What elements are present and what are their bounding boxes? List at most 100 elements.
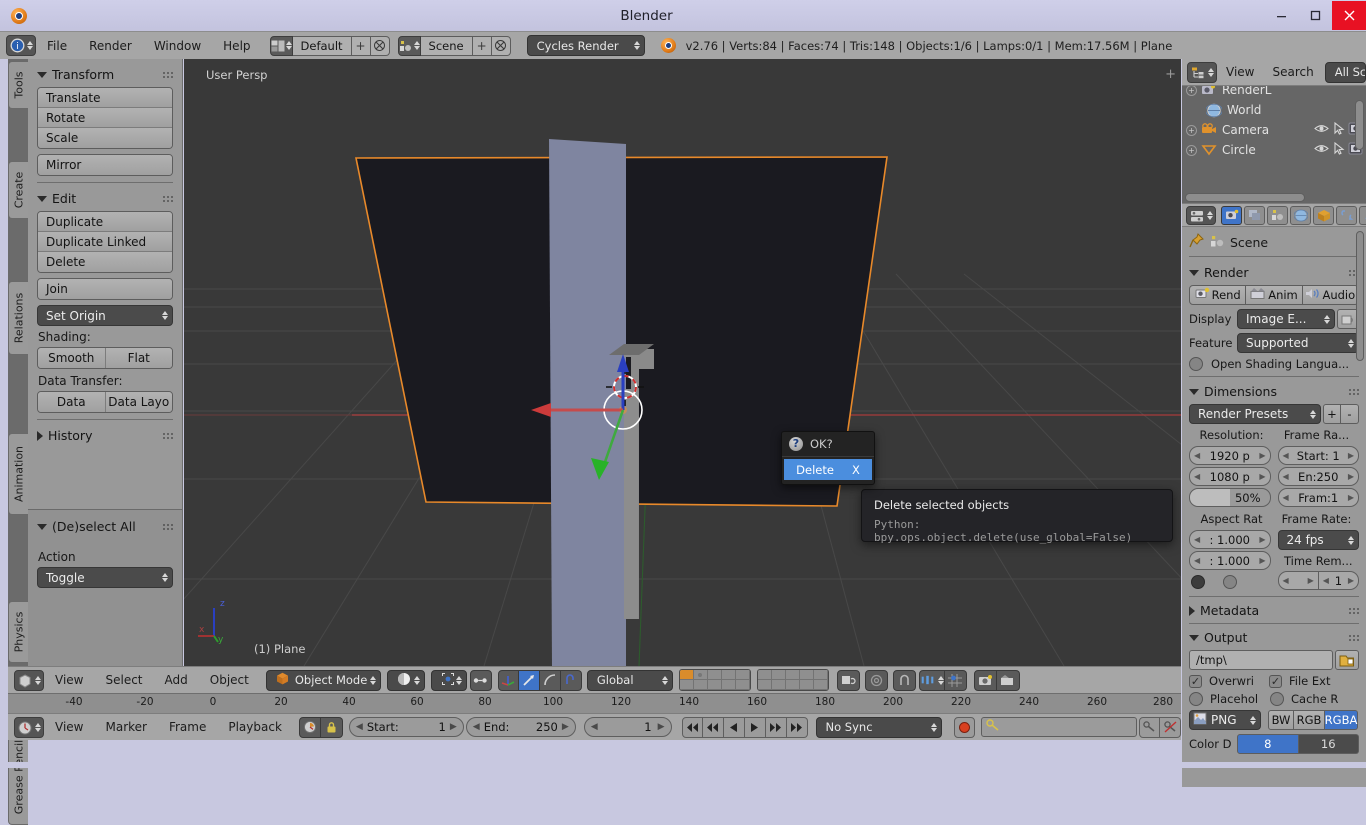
frame-start-field[interactable]: ◀ Start: 1 ▶ [1277,446,1359,465]
rotate-manip-icon[interactable] [518,669,540,691]
frame-rate-dropdown[interactable]: 24 fps [1277,530,1359,550]
outliner-row-renderlayer[interactable]: + RenderL [1182,86,1366,100]
screen-layout-icon[interactable] [269,35,293,56]
viewport-3d[interactable]: User Persp (1) Plane z x y + [184,59,1181,666]
panel-header-edit[interactable]: Edit [37,189,173,208]
scene-layers-grid-a[interactable] [678,669,751,691]
outliner-display-mode-dropdown[interactable]: All Sc [1324,61,1366,83]
layer-cell[interactable] [813,680,828,690]
time-remap-new-field[interactable]: ◀ 1 ▶ [1318,571,1359,590]
confirm-popup[interactable]: ? OK? Delete X [781,431,875,485]
auto-keyframe-icon[interactable] [298,716,321,738]
color-depth-8-button[interactable]: 8 [1237,734,1299,754]
arrow-right-icon[interactable]: ▶ [1348,493,1354,502]
color-mode-rgba-button[interactable]: RGBA [1325,710,1358,730]
scene-layers-grid-b[interactable] [756,669,829,691]
jump-end-icon[interactable] [786,716,808,738]
arrow-right-icon[interactable]: ▶ [1308,576,1314,585]
sync-mode-dropdown[interactable]: No Sync [815,716,943,738]
expand-icon[interactable]: + [1186,86,1197,96]
action-dropdown[interactable]: Toggle [37,567,173,588]
outliner-row-circle[interactable]: + Circle [1182,140,1366,160]
eye-icon[interactable] [1314,143,1329,157]
shade-smooth-button[interactable]: Smooth [38,348,106,368]
viewport-shading-dropdown[interactable] [386,669,425,691]
arrow-left-icon[interactable]: ◀ [1283,451,1289,460]
arrow-right-icon[interactable]: ▶ [658,722,665,732]
add-preset-button[interactable]: + [1323,404,1341,424]
screen-layout-name[interactable]: Default [292,35,352,56]
mirror-button[interactable]: Mirror [38,155,172,175]
resolution-y-field[interactable]: ◀ 1080 p ▶ [1189,467,1271,486]
scale-button[interactable]: Scale [38,128,172,148]
folder-icon[interactable] [1335,650,1359,670]
timeline-menu-view[interactable]: View [44,713,94,741]
layer-cell[interactable] [785,670,800,680]
render-still-button[interactable]: Rend [1189,285,1247,305]
frame-start-field[interactable]: ◀ Start: 1 ▶ [348,717,464,737]
world-tab-icon[interactable] [1290,205,1311,225]
view3d-menu-view[interactable]: View [44,666,94,694]
jump-start-icon[interactable] [681,716,703,738]
delete-scene-button[interactable] [491,35,511,56]
layer-cell[interactable] [771,670,786,680]
osl-row[interactable]: Open Shading Langua... [1189,357,1359,371]
layer-cell[interactable] [679,680,694,690]
arrow-left-icon[interactable]: ◀ [1323,576,1329,585]
lock-icon[interactable] [320,716,343,738]
duplicate-button[interactable]: Duplicate [38,212,172,232]
join-button[interactable]: Join [38,279,172,299]
layer-cell[interactable] [679,670,694,680]
object-tab-icon[interactable] [1313,205,1334,225]
outliner-menu-view[interactable]: View [1217,58,1263,86]
sidebar-item-relations[interactable]: Relations [8,281,28,355]
arrow-right-icon[interactable]: ▶ [1259,535,1265,544]
panel-header-metadata[interactable]: Metadata [1189,601,1359,620]
scene-tab-icon[interactable] [1267,205,1288,225]
arrow-left-icon[interactable]: ◀ [1283,472,1289,481]
menu-help[interactable]: Help [212,32,261,60]
arrow-left-icon[interactable]: ◀ [1194,535,1200,544]
display-mode-dropdown[interactable]: Image E... [1237,309,1335,329]
outliner-menu-search[interactable]: Search [1263,58,1322,86]
aspect-x-field[interactable]: ◀ : 1.000 ▶ [1189,530,1271,549]
expand-icon[interactable]: + [1186,124,1197,136]
delete-button[interactable]: Delete [38,252,172,272]
snap-target-icon[interactable] [944,669,967,691]
layer-cell[interactable] [813,670,828,680]
lock-camera-icon[interactable] [836,669,860,691]
sidebar-item-create[interactable]: Create [8,161,28,219]
panel-header-render[interactable]: Render [1189,263,1359,282]
file-format-dropdown[interactable]: PNG [1189,710,1261,730]
delete-screen-layout-button[interactable] [370,35,390,56]
border-checkbox[interactable] [1191,575,1205,589]
data-layout-transfer-button[interactable]: Data Layo [105,392,172,412]
placeholders-checkbox[interactable] [1189,692,1203,706]
remove-keyframe-icon[interactable] [1160,716,1181,738]
layer-cell[interactable] [799,680,814,690]
shade-flat-button[interactable]: Flat [105,348,172,368]
editor-type-selector-properties[interactable] [1186,205,1216,225]
eye-icon[interactable] [1314,123,1329,137]
menu-file[interactable]: File [36,32,78,60]
rotate-button[interactable]: Rotate [38,108,172,128]
arrow-right-icon[interactable]: ▶ [1348,472,1354,481]
transform-orientation-dropdown[interactable]: Global [586,669,673,691]
layer-cell[interactable] [735,680,750,690]
panel-header-dimensions[interactable]: Dimensions [1189,382,1359,401]
timeline-menu-playback[interactable]: Playback [217,713,293,741]
viewport-expand-panel-icon[interactable]: + [1165,67,1176,82]
color-depth-16-button[interactable]: 16 [1298,734,1359,754]
file-extensions-checkbox[interactable]: ✓ [1269,674,1282,688]
render-tab-icon[interactable] [1221,205,1242,225]
layer-cell[interactable] [693,670,708,680]
render-animation-button[interactable]: Anim [1246,285,1303,305]
duplicate-linked-button[interactable]: Duplicate Linked [38,232,172,252]
arrow-left-icon[interactable]: ◀ [1194,472,1200,481]
add-scene-button[interactable]: + [472,35,492,56]
arrow-right-icon[interactable]: ▶ [1259,556,1265,565]
render-view-icon[interactable] [973,669,997,691]
resolution-percent-slider[interactable]: 50% [1189,488,1271,507]
arrow-left-icon[interactable]: ◀ [473,722,480,732]
panel-header-transform[interactable]: Transform [37,65,173,84]
